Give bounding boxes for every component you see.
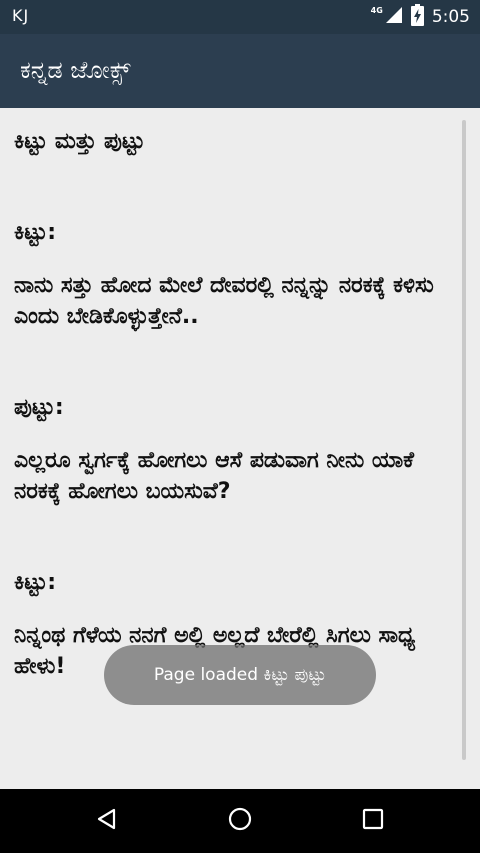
home-icon <box>227 806 253 836</box>
scrollbar[interactable] <box>462 120 466 760</box>
recents-icon <box>362 808 384 834</box>
dialogue-text: ಎಲ್ಲರೂ ಸ್ವರ್ಗಕ್ಕೆ ಹೋಗಲು ಆಸೆ ಪಡುವಾಗ ನೀನು … <box>14 448 414 504</box>
status-indicators: 4G 5:05 <box>371 4 470 30</box>
speaker-label: ಪುಟ್ಟು: <box>14 395 64 420</box>
dialogue-text: ನಾನು ಸತ್ತು ಹೋದ ಮೇಲೆ ದೇವರಲ್ಲಿ ನನ್ನನ್ನು ನರ… <box>14 273 434 329</box>
status-bar: KJ 4G 5:05 <box>0 0 480 34</box>
battery-charging-icon <box>410 4 424 30</box>
joke-content[interactable]: ಕಿಟ್ಟು ಮತ್ತು ಪುಟ್ಟು ಕಿಟ್ಟು: ನಾನು ಸತ್ತು ಹ… <box>0 108 480 789</box>
app-title: ಕನ್ನಡ ಜೋಕ್ಸ್ <box>20 56 131 84</box>
back-button[interactable] <box>87 801 127 841</box>
toast-text: Page loaded ಕಿಟ್ಟು ಪುಟ್ಟು <box>153 665 327 685</box>
status-clock: 5:05 <box>431 7 470 27</box>
back-icon <box>95 807 119 835</box>
speaker-label: ಕಿಟ್ಟು: <box>14 220 57 245</box>
status-app-label: KJ <box>12 6 30 25</box>
recents-button[interactable] <box>353 801 393 841</box>
navigation-bar <box>0 789 480 853</box>
speaker-label: ಕಿಟ್ಟು: <box>14 570 57 595</box>
joke-title: ಕಿಟ್ಟು ಮತ್ತು ಪುಟ್ಟು <box>14 129 145 154</box>
signal-icon <box>385 6 403 28</box>
home-button[interactable] <box>220 801 260 841</box>
app-bar: ಕನ್ನಡ ಜೋಕ್ಸ್ <box>0 34 480 108</box>
joke-article: ಕಿಟ್ಟು ಮತ್ತು ಪುಟ್ಟು ಕಿಟ್ಟು: ನಾನು ಸತ್ತು ಹ… <box>14 126 454 682</box>
network-type-label: 4G <box>370 5 383 15</box>
toast-message: Page loaded ಕಿಟ್ಟು ಪುಟ್ಟು <box>104 645 376 705</box>
